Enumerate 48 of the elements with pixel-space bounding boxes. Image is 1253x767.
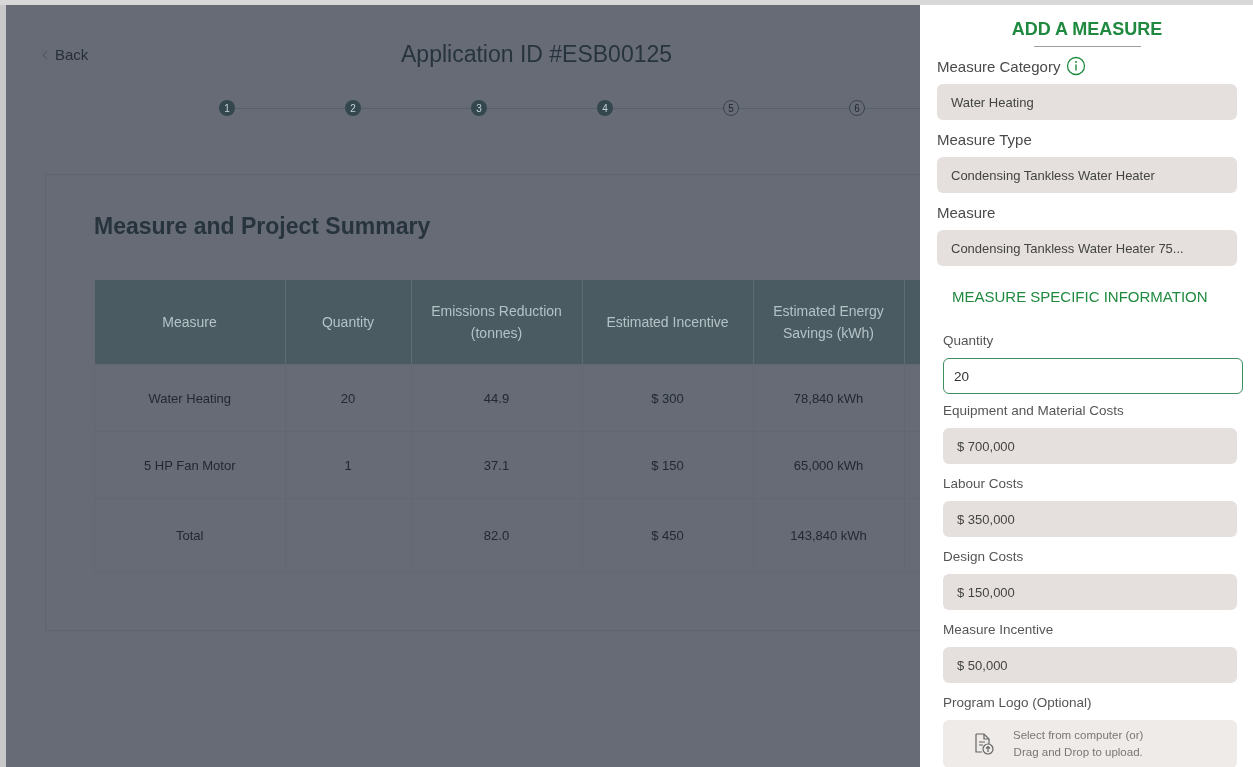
step-indicator: 4 [597,100,613,116]
amount-field[interactable]: $ 700,000 [943,428,1237,464]
column-header: Quantity [285,280,411,365]
upload-area[interactable]: Select from computer (or) Drag and Drop to upload. [943,720,1237,767]
select-field[interactable]: Condensing Tankless Water Heater [937,157,1237,193]
field-label: Program Logo (Optional) [943,694,1092,710]
table-cell: $ 300 [582,364,753,432]
quantity-input[interactable]: 20 [943,358,1243,394]
column-header: Estimated Incentive [582,280,753,365]
amount-field[interactable]: $ 350,000 [943,501,1237,537]
table-cell: $ 150 [582,431,753,499]
table-cell: 5 HP Fan Motor [94,431,285,499]
card-title: Measure and Project Summary [94,213,432,240]
step-indicator: 2 [345,100,361,116]
info-icon[interactable] [1066,56,1087,76]
drawer-title: ADD A MEASURE [1010,19,1164,40]
file-upload-icon [973,732,995,756]
column-header: Measure [94,280,285,365]
field-label: Equipment and Material Costs [943,402,1124,418]
table-cell: 1 [285,431,411,499]
field-label: Quantity [943,332,994,348]
amount-field[interactable]: $ 50,000 [943,647,1237,683]
section-heading: MEASURE SPECIFIC INFORMATION [952,288,1209,305]
table-cell: 20 [285,364,411,432]
field-label: Measure [937,203,996,221]
column-header: Emissions Reduction (tonnes) [411,280,582,365]
table-cell: 37.1 [411,431,582,499]
table-cell: 82.0 [411,498,582,572]
table-cell: Total [94,498,285,572]
field-label: Measure Category [937,57,1061,75]
amount-field[interactable]: $ 150,000 [943,574,1237,610]
select-field[interactable]: Water Heating [937,84,1237,120]
table-cell: $ 450 [582,498,753,572]
page-title: Application ID #ESB00125 [401,41,673,68]
table-cell: 44.9 [411,364,582,432]
select-field[interactable]: Condensing Tankless Water Heater 75... [937,230,1237,266]
table-cell: 78,840 kWh [753,364,904,432]
column-header: Estimated Energy Savings (kWh) [753,280,904,365]
field-label: Labour Costs [943,475,1024,491]
field-label: Design Costs [943,548,1024,564]
field-label: Measure Incentive [943,621,1054,637]
step-indicator: 3 [471,100,487,116]
upload-instructions: Select from computer (or) Drag and Drop to upload. [1013,728,1144,760]
field-label: Measure Type [937,130,1032,148]
table-cell: Water Heating [94,364,285,432]
table-cell: 65,000 kWh [753,431,904,499]
step-indicator: 1 [219,100,235,116]
table-cell: 143,840 kWh [753,498,904,572]
